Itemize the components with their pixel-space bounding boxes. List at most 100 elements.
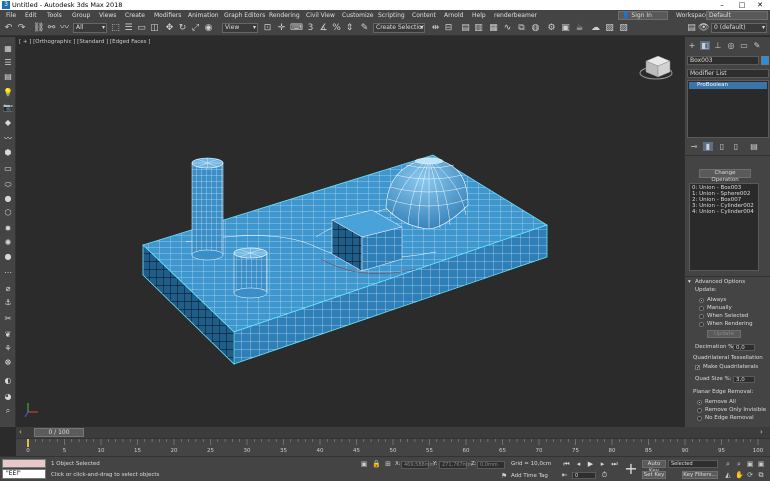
operand-item[interactable]: 4: Union - Cylinder004 bbox=[692, 209, 754, 216]
remove-only-invisible-radio[interactable] bbox=[697, 408, 702, 413]
edit-named-selection-icon[interactable]: ✎ bbox=[359, 23, 370, 34]
rendered-frame-window-icon[interactable]: ▣ bbox=[560, 23, 571, 34]
remove-all-radio[interactable] bbox=[697, 400, 702, 405]
render-production-icon[interactable]: ☕ bbox=[574, 23, 585, 34]
viewport-label[interactable]: [ + ] [Orthographic ] [Standard ] [Edged… bbox=[19, 39, 150, 45]
rectangular-selection-icon[interactable]: ▭ bbox=[136, 23, 147, 34]
key-set-dropdown[interactable]: Selected bbox=[668, 460, 718, 468]
invert-display-icon[interactable]: ⚓ bbox=[2, 297, 14, 308]
add-time-tag[interactable]: Add Time Tag bbox=[511, 473, 548, 480]
maximize-button[interactable]: □ bbox=[734, 0, 750, 10]
hierarchy-tab-icon[interactable]: ⊥ bbox=[713, 41, 723, 50]
menu-create[interactable]: Create bbox=[125, 11, 145, 20]
play-icon[interactable]: ▶ bbox=[586, 460, 595, 469]
modifier-list-dropdown[interactable]: Modifier List bbox=[687, 69, 769, 78]
zoom-icon[interactable]: ⌕ bbox=[724, 460, 732, 468]
display-xrefs-icon[interactable]: ⬡ bbox=[2, 207, 14, 218]
motion-tab-icon[interactable]: ◎ bbox=[726, 41, 736, 50]
named-selection-sets-dropdown[interactable]: Create Selection Se bbox=[373, 23, 425, 33]
material-editor-icon[interactable]: ◍ bbox=[530, 23, 541, 34]
utilities-tab-icon[interactable]: ✎ bbox=[752, 41, 762, 50]
time-tag-icon[interactable]: ⚑ bbox=[500, 472, 508, 480]
globe-icon[interactable]: ◕ bbox=[2, 391, 14, 402]
window-crossing-icon[interactable]: ◫ bbox=[149, 23, 160, 34]
isolate-selection-icon[interactable]: ▣ bbox=[360, 460, 368, 468]
percent-snap-icon[interactable]: % bbox=[331, 23, 342, 34]
menu-scripting[interactable]: Scripting bbox=[378, 11, 405, 20]
display-frozen-icon[interactable]: ✺ bbox=[2, 237, 14, 248]
menu-customize[interactable]: Customize bbox=[342, 11, 374, 20]
configure-modifier-sets-icon[interactable]: ▤ bbox=[749, 142, 759, 151]
current-layer-dropdown[interactable]: 0 (default) bbox=[711, 23, 767, 33]
next-frame-button-icon[interactable]: ▸ bbox=[598, 460, 607, 469]
display-all-icon[interactable]: ⋯ bbox=[2, 267, 14, 278]
previous-frame-icon[interactable]: ◂ bbox=[574, 460, 583, 469]
update-manually-radio[interactable] bbox=[699, 306, 704, 311]
display-tab-icon[interactable]: ▭ bbox=[739, 41, 749, 50]
display-layer-icon[interactable]: ◐ bbox=[2, 375, 14, 386]
open-explorer-icon[interactable]: ▨ bbox=[618, 23, 629, 34]
keyboard-shortcut-icon[interactable]: ⌨ bbox=[290, 23, 303, 34]
toggle-layer-explorer-icon[interactable]: ▥ bbox=[473, 23, 484, 34]
object-name-field[interactable]: Box003 bbox=[687, 56, 759, 65]
sort-icon[interactable]: ☰ bbox=[2, 57, 14, 68]
quad-size-spinner[interactable]: 3,0 bbox=[733, 376, 755, 383]
reference-coordinate-dropdown[interactable]: View bbox=[222, 23, 258, 33]
viewport-orthographic[interactable]: [ + ] [Orthographic ] [Standard ] [Edged… bbox=[16, 37, 684, 427]
view-cube[interactable] bbox=[639, 55, 673, 80]
menu-file[interactable]: File bbox=[6, 11, 16, 20]
display-geometry-icon[interactable]: ▤ bbox=[2, 71, 14, 82]
pivot-center-icon[interactable]: ⊡ bbox=[262, 23, 273, 34]
bind-space-warp-icon[interactable]: 〰 bbox=[59, 23, 70, 34]
redo-icon[interactable]: ↷ bbox=[16, 23, 27, 34]
rollout-toggle-icon[interactable]: ▾ bbox=[688, 279, 691, 286]
selection-filter-dropdown[interactable]: All bbox=[73, 23, 107, 33]
no-edge-removal-radio[interactable] bbox=[697, 416, 702, 421]
stack-item-proboolean[interactable]: ProBoolean bbox=[689, 82, 767, 89]
display-containers-icon[interactable]: ✹ bbox=[2, 223, 14, 234]
decimation-spinner[interactable]: 0,0 bbox=[733, 344, 755, 351]
menu-modifiers[interactable]: Modifiers bbox=[154, 11, 181, 20]
display-lights-icon[interactable]: 💡 bbox=[2, 87, 14, 98]
zoom-all-icon[interactable]: ⌕ bbox=[735, 460, 743, 468]
short-cylinder[interactable] bbox=[233, 252, 268, 294]
menu-help[interactable]: Help bbox=[472, 11, 486, 20]
zoom-extents-icon[interactable]: ▣ bbox=[746, 460, 754, 468]
absolute-transform-icon[interactable]: ⊞ bbox=[384, 460, 392, 468]
maxscript-output[interactable]: "EEl" bbox=[2, 469, 46, 479]
menu-civil-view[interactable]: Civil View bbox=[306, 11, 335, 20]
menu-group[interactable]: Group bbox=[72, 11, 90, 20]
track-bar[interactable]: 0 5 10 15 20 25 30 35 40 45 50 55 60 65 70 75 80 85 90 95 10… bbox=[16, 438, 770, 456]
unlink-icon[interactable]: ⚯ bbox=[46, 23, 57, 34]
sign-in-dropdown[interactable]: 👤 Sign In bbox=[618, 11, 668, 20]
layer-manager-icon[interactable]: ▤ bbox=[686, 23, 697, 34]
display-shapes-icon[interactable]: ▭ bbox=[2, 163, 14, 174]
select-and-rotate-icon[interactable]: ↻ bbox=[177, 23, 188, 34]
align-icon[interactable]: ⊟ bbox=[443, 23, 454, 34]
zoom-extents-all-icon[interactable]: ▣ bbox=[757, 460, 765, 468]
display-spacewarps-icon[interactable]: 〰 bbox=[2, 133, 14, 144]
display-particles-icon[interactable]: ● bbox=[2, 193, 14, 204]
y-coordinate-field[interactable]: 271,767mm bbox=[439, 461, 472, 469]
key-mode-icon[interactable]: ⇤ bbox=[560, 471, 569, 480]
display-influences-icon[interactable]: ⚘ bbox=[2, 343, 14, 354]
display-none-icon[interactable]: ⌀ bbox=[2, 283, 14, 294]
show-end-result-icon[interactable]: ▮ bbox=[703, 142, 713, 151]
display-hidden-icon[interactable]: ● bbox=[2, 251, 14, 262]
menu-renderbeamer[interactable]: renderbeamer bbox=[494, 11, 537, 20]
update-button[interactable]: Update bbox=[707, 330, 741, 338]
select-by-name-icon[interactable]: ☰ bbox=[123, 23, 134, 34]
change-operation-button[interactable]: Change Operation bbox=[699, 169, 751, 183]
menu-views[interactable]: Views bbox=[99, 11, 116, 20]
toggle-scene-explorer-icon[interactable]: ▤ bbox=[460, 23, 471, 34]
selection-lock-icon[interactable]: 🔒 bbox=[372, 460, 381, 468]
layer-visibility-icon[interactable]: 👁 bbox=[698, 23, 709, 34]
angle-snap-icon[interactable]: ∡ bbox=[318, 23, 329, 34]
time-configuration-icon[interactable]: ⏱ bbox=[600, 471, 609, 480]
schematic-view-icon[interactable]: ⧉ bbox=[516, 23, 527, 34]
key-filters-button[interactable]: Key Filters... bbox=[682, 471, 718, 479]
snaps-toggle-icon[interactable]: 3 bbox=[305, 23, 316, 34]
menu-graph-editors[interactable]: Graph Editors bbox=[224, 11, 265, 20]
z-coordinate-field[interactable]: 0,0mm bbox=[477, 461, 505, 469]
set-key-button[interactable]: Set Key bbox=[642, 471, 666, 479]
